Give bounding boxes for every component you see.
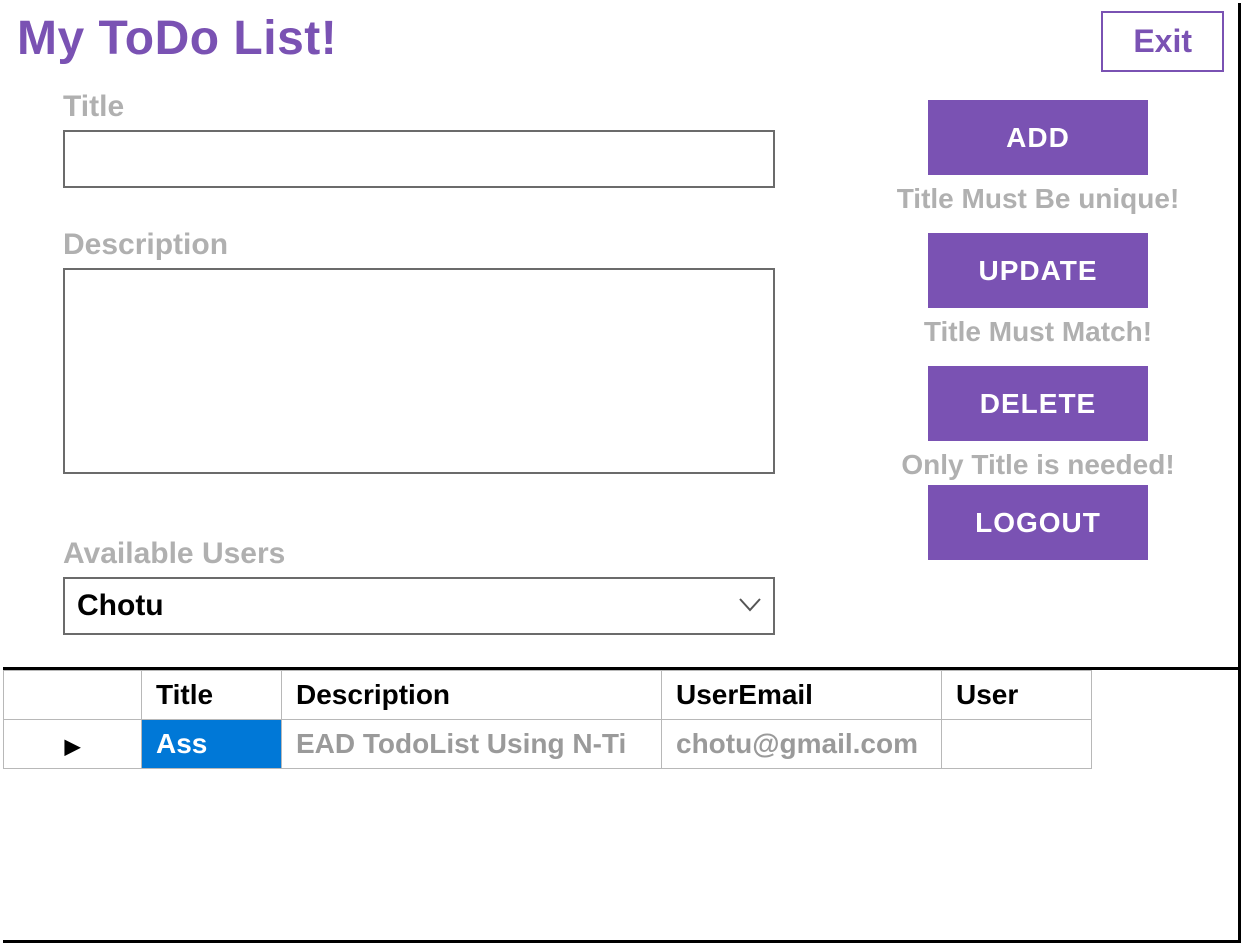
todo-datagrid[interactable]: Title Description UserEmail User ▶ Ass E…	[3, 670, 1092, 769]
main-area: Title Description Available Users Chotu …	[3, 72, 1238, 635]
row-indicator-cell[interactable]: ▶	[4, 720, 142, 769]
description-input[interactable]	[63, 268, 775, 474]
description-label: Description	[63, 228, 783, 262]
available-users-label: Available Users	[63, 537, 783, 571]
add-button[interactable]: ADD	[928, 100, 1148, 175]
selected-user-value: Chotu	[77, 589, 164, 623]
grid-col-user[interactable]: User	[942, 671, 1092, 720]
delete-button[interactable]: DELETE	[928, 366, 1148, 441]
data-grid-area: Title Description UserEmail User ▶ Ass E…	[3, 667, 1238, 769]
app-window: My ToDo List! Exit Title Description Ava…	[3, 3, 1241, 943]
current-row-indicator-icon: ▶	[65, 736, 80, 758]
grid-col-title[interactable]: Title	[142, 671, 282, 720]
title-label: Title	[63, 90, 783, 124]
header-row: My ToDo List! Exit	[3, 3, 1238, 72]
chevron-down-icon	[739, 595, 761, 618]
cell-description[interactable]: EAD TodoList Using N-Ti	[282, 720, 662, 769]
add-hint: Title Must Be unique!	[897, 183, 1180, 215]
cell-title[interactable]: Ass	[142, 720, 282, 769]
grid-col-description[interactable]: Description	[282, 671, 662, 720]
update-button[interactable]: UPDATE	[928, 233, 1148, 308]
update-hint: Title Must Match!	[924, 316, 1152, 348]
logout-button[interactable]: LOGOUT	[928, 485, 1148, 560]
table-row[interactable]: ▶ Ass EAD TodoList Using N-Ti chotu@gmai…	[4, 720, 1092, 769]
delete-hint: Only Title is needed!	[901, 449, 1174, 481]
form-column: Title Description Available Users Chotu	[63, 82, 783, 635]
grid-corner-header	[4, 671, 142, 720]
cell-user[interactable]	[942, 720, 1092, 769]
grid-header-row: Title Description UserEmail User	[4, 671, 1092, 720]
cell-useremail[interactable]: chotu@gmail.com	[662, 720, 942, 769]
title-input[interactable]	[63, 130, 775, 188]
available-users-select[interactable]: Chotu	[63, 577, 775, 635]
app-title: My ToDo List!	[17, 11, 337, 66]
exit-button[interactable]: Exit	[1101, 11, 1224, 72]
action-column: ADD Title Must Be unique! UPDATE Title M…	[863, 82, 1213, 635]
grid-col-useremail[interactable]: UserEmail	[662, 671, 942, 720]
